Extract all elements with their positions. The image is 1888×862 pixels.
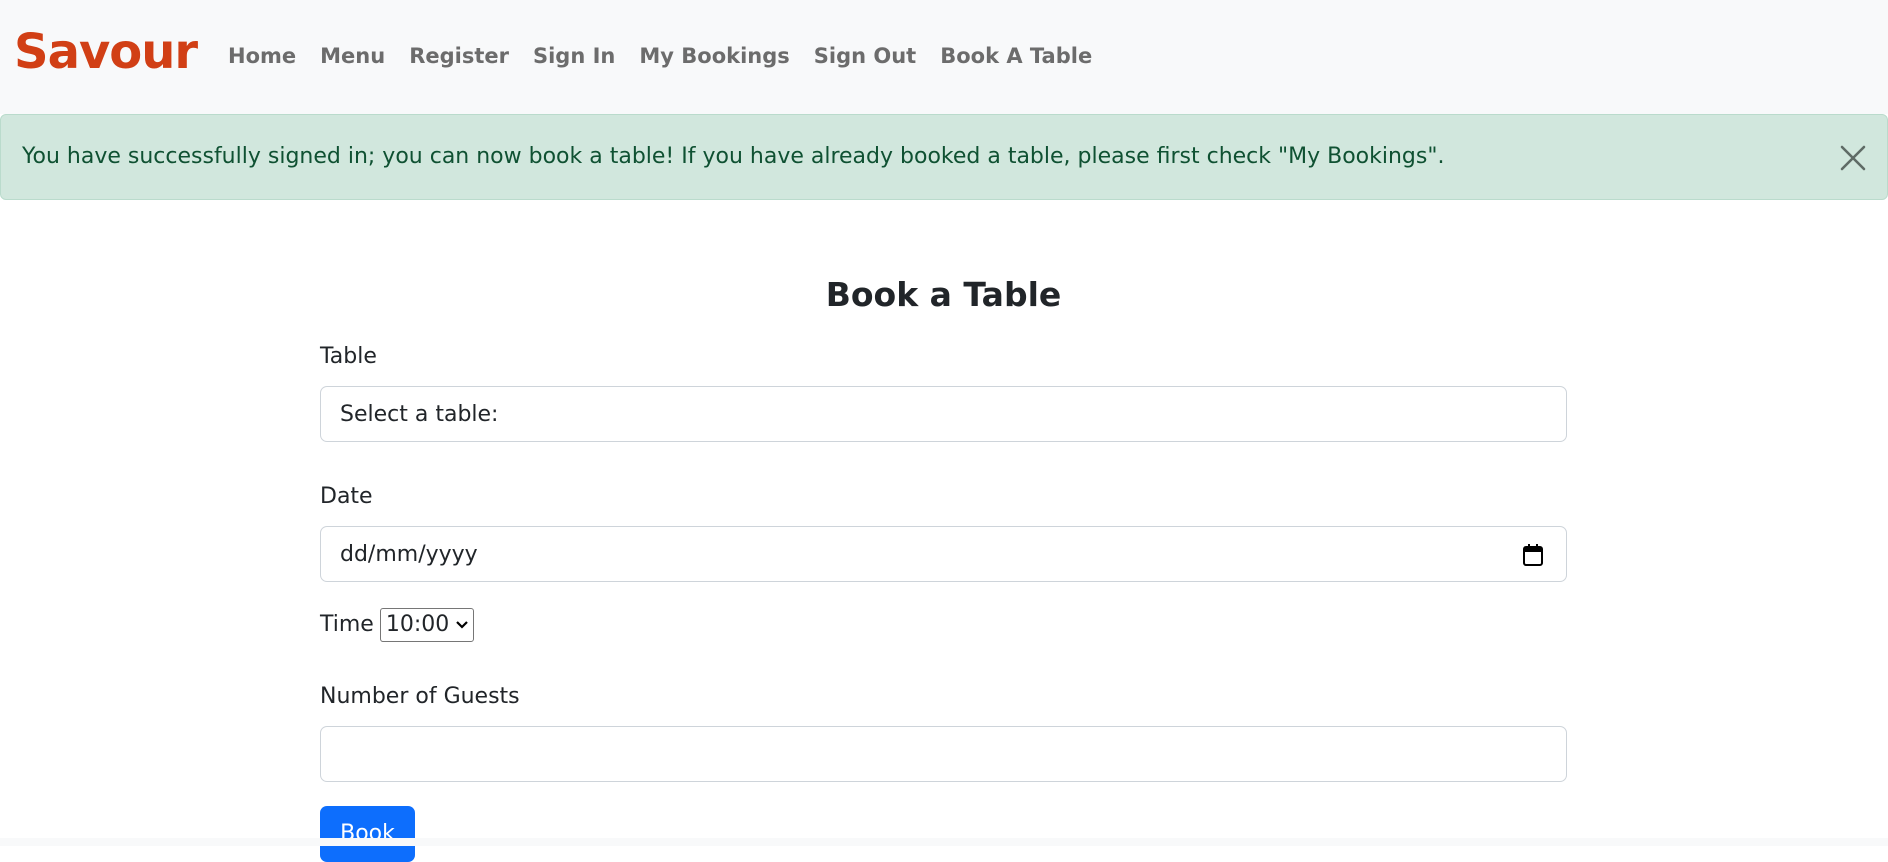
time-row: Time 10:00 [320,608,1567,642]
guests-label: Number of Guests [320,684,520,709]
nav-link-sign-out[interactable]: Sign Out [802,40,928,72]
nav-link-my-bookings[interactable]: My Bookings [627,40,801,72]
page-title: Book a Table [825,275,1062,314]
date-placeholder: dd/mm/yyyy [340,541,478,567]
alert-message: You have successfully signed in; you can… [22,144,1445,169]
nav-link-sign-in[interactable]: Sign In [521,40,627,72]
nav-links: Home Menu Register Sign In My Bookings S… [228,40,1104,72]
brand-logo[interactable]: Savour [14,24,198,80]
chevron-down-icon [456,621,469,629]
time-select-value: 10:00 [385,612,450,637]
time-label: Time [320,612,374,637]
nav-link-book-a-table[interactable]: Book A Table [928,40,1104,72]
date-input[interactable]: dd/mm/yyyy [320,526,1567,582]
date-label: Date [320,484,373,509]
book-button[interactable]: Book [320,806,415,862]
close-icon[interactable] [1839,144,1867,172]
nav-link-register[interactable]: Register [397,40,521,72]
success-alert: You have successfully signed in; you can… [0,114,1888,200]
table-select-value: Select a table: [340,401,499,427]
calendar-icon[interactable] [1522,543,1544,567]
nav-link-menu[interactable]: Menu [308,40,397,72]
table-select[interactable]: Select a table: [320,386,1567,442]
nav-link-home[interactable]: Home [228,40,308,72]
time-select[interactable]: 10:00 [379,608,475,642]
booking-form: Book a Table Table Select a table: Date … [320,260,1567,862]
navbar: Savour Home Menu Register Sign In My Boo… [0,0,1888,114]
guests-input[interactable] [320,726,1567,782]
footer-strip [0,838,1888,846]
table-label: Table [320,344,377,369]
